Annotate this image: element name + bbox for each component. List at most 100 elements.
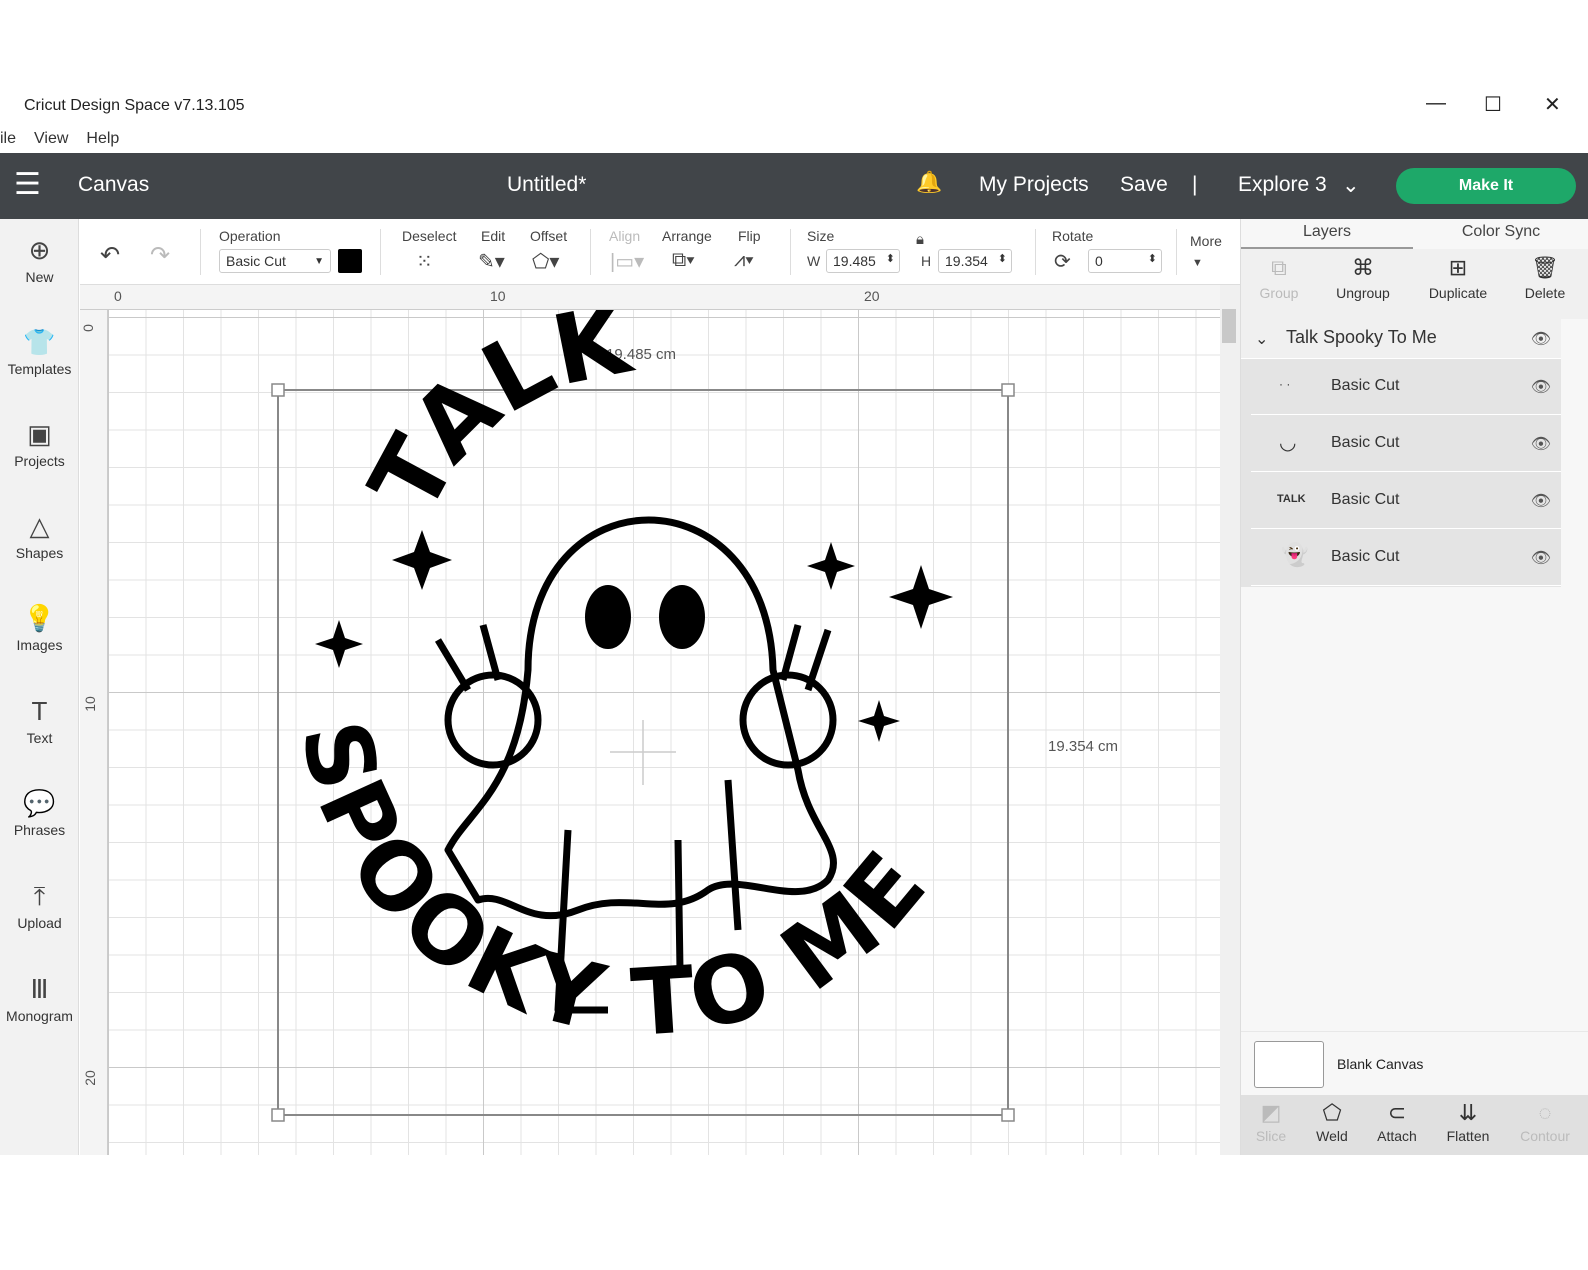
layer-row[interactable]: · · Basic Cut 👁 <box>1251 359 1561 415</box>
color-swatch[interactable] <box>338 249 362 273</box>
plus-circle-icon: ⊕ <box>28 235 51 265</box>
tab-layers[interactable]: Layers <box>1241 219 1413 249</box>
center-crosshair <box>610 720 676 785</box>
offset-icon[interactable]: ⬠▾ <box>532 249 559 274</box>
shapes-icon: △ <box>29 511 50 541</box>
tab-color-sync[interactable]: Color Sync <box>1413 219 1588 249</box>
dropdown-arrow-icon: ▼ <box>314 256 324 267</box>
blank-canvas-swatch[interactable] <box>1254 1041 1324 1088</box>
undo-icon[interactable]: ↶ <box>100 241 120 270</box>
sidebar-label: Phrases <box>13 822 66 838</box>
rotate-input[interactable]: 0 ⬍ <box>1088 249 1162 273</box>
eye-icon[interactable]: 👁 <box>1531 329 1551 349</box>
action-label: Duplicate <box>1428 285 1488 301</box>
more-dropdown-icon[interactable]: ▼ <box>1192 257 1203 269</box>
arrange-label: Arrange <box>662 228 712 244</box>
menu-file[interactable]: ile <box>0 130 16 148</box>
machine-select[interactable]: Explore 3 <box>1238 173 1327 197</box>
operation-select[interactable]: Basic Cut ▼ <box>219 249 331 273</box>
flip-icon[interactable]: ⩘▾ <box>734 249 754 272</box>
stepper-icon[interactable]: ⬍ <box>886 252 895 265</box>
my-projects-link[interactable]: My Projects <box>979 173 1089 197</box>
sidebar-item-monogram[interactable]: Ⅲ Monogram <box>0 974 79 1024</box>
design-canvas[interactable]: 19.485 cm 19.354 cm TALK SPOOKY TO ME <box>108 310 1220 1155</box>
attach-button[interactable]: ⊂ Attach <box>1362 1100 1432 1144</box>
sidebar-item-images[interactable]: 💡 Images <box>0 603 79 653</box>
menu-help[interactable]: Help <box>86 130 119 148</box>
height-input[interactable]: 19.354 ⬍ <box>938 249 1012 273</box>
redo-icon[interactable]: ↷ <box>150 241 170 270</box>
save-button[interactable]: Save <box>1120 173 1168 197</box>
layer-name: Basic Cut <box>1331 377 1400 394</box>
offset-label: Offset <box>530 228 568 244</box>
flatten-button[interactable]: ⇊ Flatten <box>1433 1100 1503 1144</box>
minimize-button[interactable]: — <box>1426 92 1446 115</box>
slice-icon: ◩ <box>1260 1100 1282 1125</box>
group-button[interactable]: ⧉ Group <box>1239 255 1319 301</box>
layer-row[interactable]: 👻 Basic Cut 👁 <box>1251 530 1561 586</box>
vertical-scrollbar[interactable] <box>1220 285 1240 1155</box>
blank-canvas-label: Blank Canvas <box>1337 1056 1424 1072</box>
horizontal-ruler: 0 10 20 <box>80 285 1220 310</box>
scrollbar-thumb[interactable] <box>1222 309 1236 343</box>
action-label: Attach <box>1377 1128 1417 1144</box>
sidebar-item-upload[interactable]: ⤒ Upload <box>0 881 79 931</box>
width-input[interactable]: 19.485 ⬍ <box>826 249 900 273</box>
monogram-icon: Ⅲ <box>30 974 49 1004</box>
sidebar-item-text[interactable]: T Text <box>0 696 79 746</box>
more-label[interactable]: More <box>1190 233 1222 249</box>
group-row[interactable]: ⌄ Talk Spooky To Me 👁 <box>1241 319 1561 359</box>
bell-icon[interactable]: 🔔 <box>916 171 942 195</box>
layer-row[interactable]: ◡ Basic Cut 👁 <box>1251 416 1561 472</box>
projects-icon: ▣ <box>27 419 52 449</box>
arrange-icon[interactable]: ⧉▾ <box>672 249 695 272</box>
group-name: Talk Spooky To Me <box>1286 327 1437 347</box>
pencil-icon[interactable]: ✎▾ <box>478 249 505 274</box>
rotate-icon[interactable]: ⟳ <box>1054 249 1071 274</box>
shirt-icon: 👕 <box>23 327 56 357</box>
contour-button[interactable]: ◌ Contour <box>1510 1100 1580 1144</box>
section-title: Canvas <box>78 173 150 196</box>
document-title[interactable]: Untitled* <box>507 173 586 197</box>
eye-icon[interactable]: 👁 <box>1531 548 1551 568</box>
maximize-button[interactable]: ☐ <box>1484 92 1502 117</box>
chevron-down-icon[interactable]: ⌄ <box>1342 173 1360 198</box>
blank-canvas-row[interactable]: Blank Canvas <box>1241 1031 1588 1095</box>
sidebar-label: Shapes <box>15 545 64 561</box>
sidebar-item-templates[interactable]: 👕 Templates <box>0 327 79 377</box>
stepper-icon[interactable]: ⬍ <box>998 252 1007 265</box>
menu-view[interactable]: View <box>34 130 68 148</box>
align-icon[interactable]: |▭▾ <box>610 249 644 274</box>
close-button[interactable]: ✕ <box>1544 92 1561 117</box>
sidebar-label: Projects <box>14 453 65 469</box>
sidebar-item-shapes[interactable]: △ Shapes <box>0 511 79 561</box>
eye-icon[interactable]: 👁 <box>1531 377 1551 397</box>
design-artwork[interactable]: TALK SPOOKY TO ME <box>108 310 1220 1155</box>
artwork-text-bottom: SPOOKY TO ME <box>280 712 949 1057</box>
sidebar-item-new[interactable]: ⊕ New <box>0 235 79 285</box>
layer-name: Basic Cut <box>1331 434 1400 451</box>
sidebar-item-projects[interactable]: ▣ Projects <box>0 419 79 469</box>
layer-row[interactable]: TALK Basic Cut 👁 <box>1251 473 1561 529</box>
deselect-icon[interactable]: ⁙ <box>416 249 433 274</box>
hamburger-menu-icon[interactable]: ☰ <box>14 167 41 202</box>
ruler-tick: 10 <box>490 288 506 304</box>
eye-icon[interactable]: 👁 <box>1531 491 1551 511</box>
weld-button[interactable]: ⬠ Weld <box>1297 1100 1367 1144</box>
layer-thumbnail: ◡ <box>1279 432 1297 454</box>
eye-icon[interactable]: 👁 <box>1531 434 1551 454</box>
stepper-icon[interactable]: ⬍ <box>1148 252 1157 265</box>
width-label: W <box>807 253 821 269</box>
delete-button[interactable]: 🗑 Delete <box>1505 255 1585 301</box>
slice-button[interactable]: ◩ Slice <box>1236 1100 1306 1144</box>
chevron-down-icon[interactable]: ⌄ <box>1255 329 1268 349</box>
make-it-button[interactable]: Make It <box>1396 168 1576 204</box>
ruler-tick: 0 <box>114 288 122 304</box>
ungroup-button[interactable]: ⌘ Ungroup <box>1323 255 1403 301</box>
paperclip-icon: ⊂ <box>1387 1100 1407 1125</box>
left-sidebar: ⊕ New 👕 Templates ▣ Projects △ Shapes 💡 Image… <box>0 219 79 1155</box>
sidebar-item-phrases[interactable]: 💬 Phrases <box>0 788 79 838</box>
duplicate-button[interactable]: ⊞ Duplicate <box>1418 255 1498 301</box>
action-label: Contour <box>1520 1128 1570 1144</box>
lock-icon[interactable]: 🔒︎ <box>916 231 924 248</box>
